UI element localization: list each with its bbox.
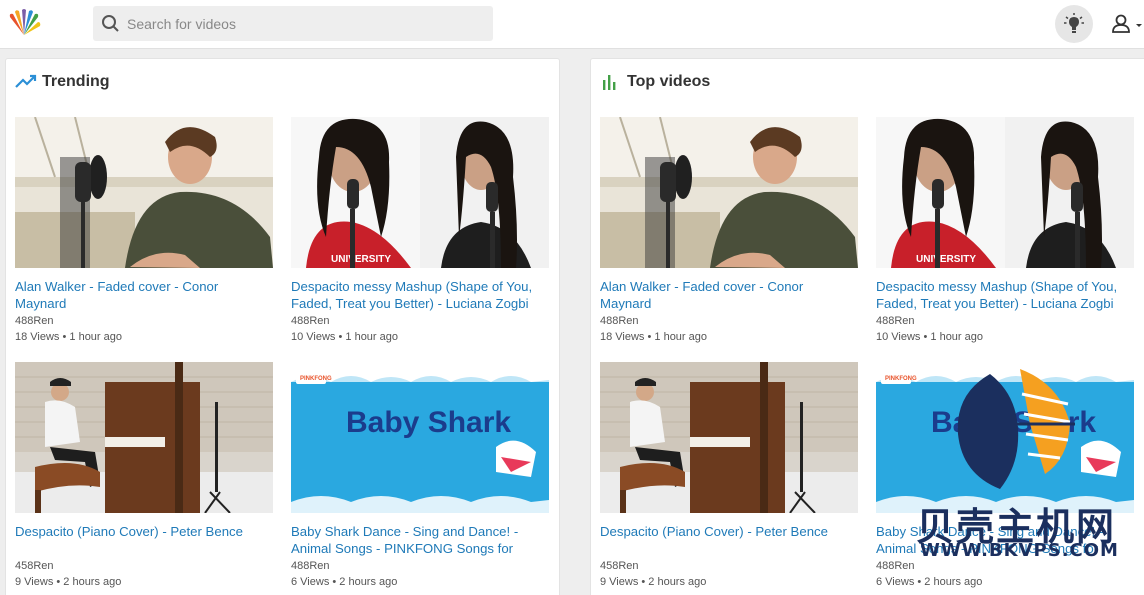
baby-shark-text: Baby Shark xyxy=(346,406,511,439)
video-thumbnail[interactable] xyxy=(15,117,273,268)
video-title-link[interactable]: Despacito (Piano Cover) - Peter Bence xyxy=(600,523,858,557)
caret-down-icon xyxy=(1136,24,1142,27)
bar-chart-icon xyxy=(600,73,622,91)
video-meta: 10 Views • 1 hour ago xyxy=(291,331,398,343)
trending-up-icon xyxy=(15,73,37,91)
video-meta: 18 Views • 1 hour ago xyxy=(15,331,122,343)
watermark-logo-icon xyxy=(957,369,1075,489)
top-bar xyxy=(0,0,1144,49)
video-card[interactable]: Alan Walker - Faded cover - Conor Maynar… xyxy=(600,117,858,345)
video-meta: 18 Views • 1 hour ago xyxy=(600,331,707,343)
video-channel: 458Ren xyxy=(600,560,639,572)
search-bar xyxy=(93,6,493,41)
lightbulb-icon xyxy=(1064,13,1084,33)
account-menu-button[interactable] xyxy=(1108,12,1144,38)
video-title-link[interactable]: Alan Walker - Faded cover - Conor Maynar… xyxy=(15,278,273,312)
video-thumbnail[interactable] xyxy=(600,117,858,268)
video-meta: 9 Views • 2 hours ago xyxy=(15,576,122,588)
trending-title: Trending xyxy=(42,73,110,90)
video-card[interactable]: Despacito (Piano Cover) - Peter Bence 45… xyxy=(15,362,273,590)
video-title-link[interactable]: Baby Shark Dance - Sing and Dance! - Ani… xyxy=(291,523,549,557)
video-meta: 9 Views • 2 hours ago xyxy=(600,576,707,588)
video-channel: 488Ren xyxy=(876,560,915,572)
video-title-link[interactable]: Despacito messy Mashup (Shape of You, Fa… xyxy=(291,278,549,312)
video-thumbnail[interactable] xyxy=(291,117,549,268)
watermark-url: WWW.BKVPS.COM xyxy=(920,540,1119,561)
peacock-logo-icon[interactable] xyxy=(6,9,42,37)
video-thumbnail[interactable] xyxy=(15,362,273,513)
video-card[interactable]: Despacito (Piano Cover) - Peter Bence 45… xyxy=(600,362,858,590)
video-card[interactable]: Despacito messy Mashup (Shape of You, Fa… xyxy=(876,117,1134,345)
video-title-link[interactable]: Alan Walker - Faded cover - Conor Maynar… xyxy=(600,278,858,312)
video-channel: 458Ren xyxy=(15,560,54,572)
pinkfong-label: PINKFONG xyxy=(885,376,917,382)
video-card[interactable]: Alan Walker - Faded cover - Conor Maynar… xyxy=(15,117,273,345)
video-channel: 488Ren xyxy=(876,315,915,327)
video-channel: 488Ren xyxy=(600,315,639,327)
theme-toggle-button[interactable] xyxy=(1055,5,1093,43)
video-thumbnail[interactable] xyxy=(876,117,1134,268)
account-icon xyxy=(1112,14,1142,33)
video-channel: 488Ren xyxy=(291,560,330,572)
video-title-link[interactable]: Despacito messy Mashup (Shape of You, Fa… xyxy=(876,278,1134,312)
video-meta: 10 Views • 1 hour ago xyxy=(876,331,983,343)
video-title-link[interactable]: Despacito (Piano Cover) - Peter Bence xyxy=(15,523,273,557)
top-videos-title: Top videos xyxy=(627,73,711,90)
pinkfong-label: PINKFONG xyxy=(300,376,332,382)
video-thumbnail[interactable] xyxy=(600,362,858,513)
video-thumbnail[interactable]: PINKFONG Baby Shark xyxy=(291,362,549,513)
video-channel: 488Ren xyxy=(15,315,54,327)
video-channel: 488Ren xyxy=(291,315,330,327)
search-icon[interactable] xyxy=(101,14,121,34)
video-meta: 6 Views • 2 hours ago xyxy=(291,576,398,588)
video-meta: 6 Views • 2 hours ago xyxy=(876,576,983,588)
video-card[interactable]: Despacito messy Mashup (Shape of You, Fa… xyxy=(291,117,549,345)
trending-panel: Trending Alan Walker - Faded cover - Con… xyxy=(5,58,560,595)
video-card[interactable]: PINKFONG Baby Shark Baby Shark Dance - S… xyxy=(291,362,549,590)
search-input[interactable] xyxy=(127,6,487,41)
